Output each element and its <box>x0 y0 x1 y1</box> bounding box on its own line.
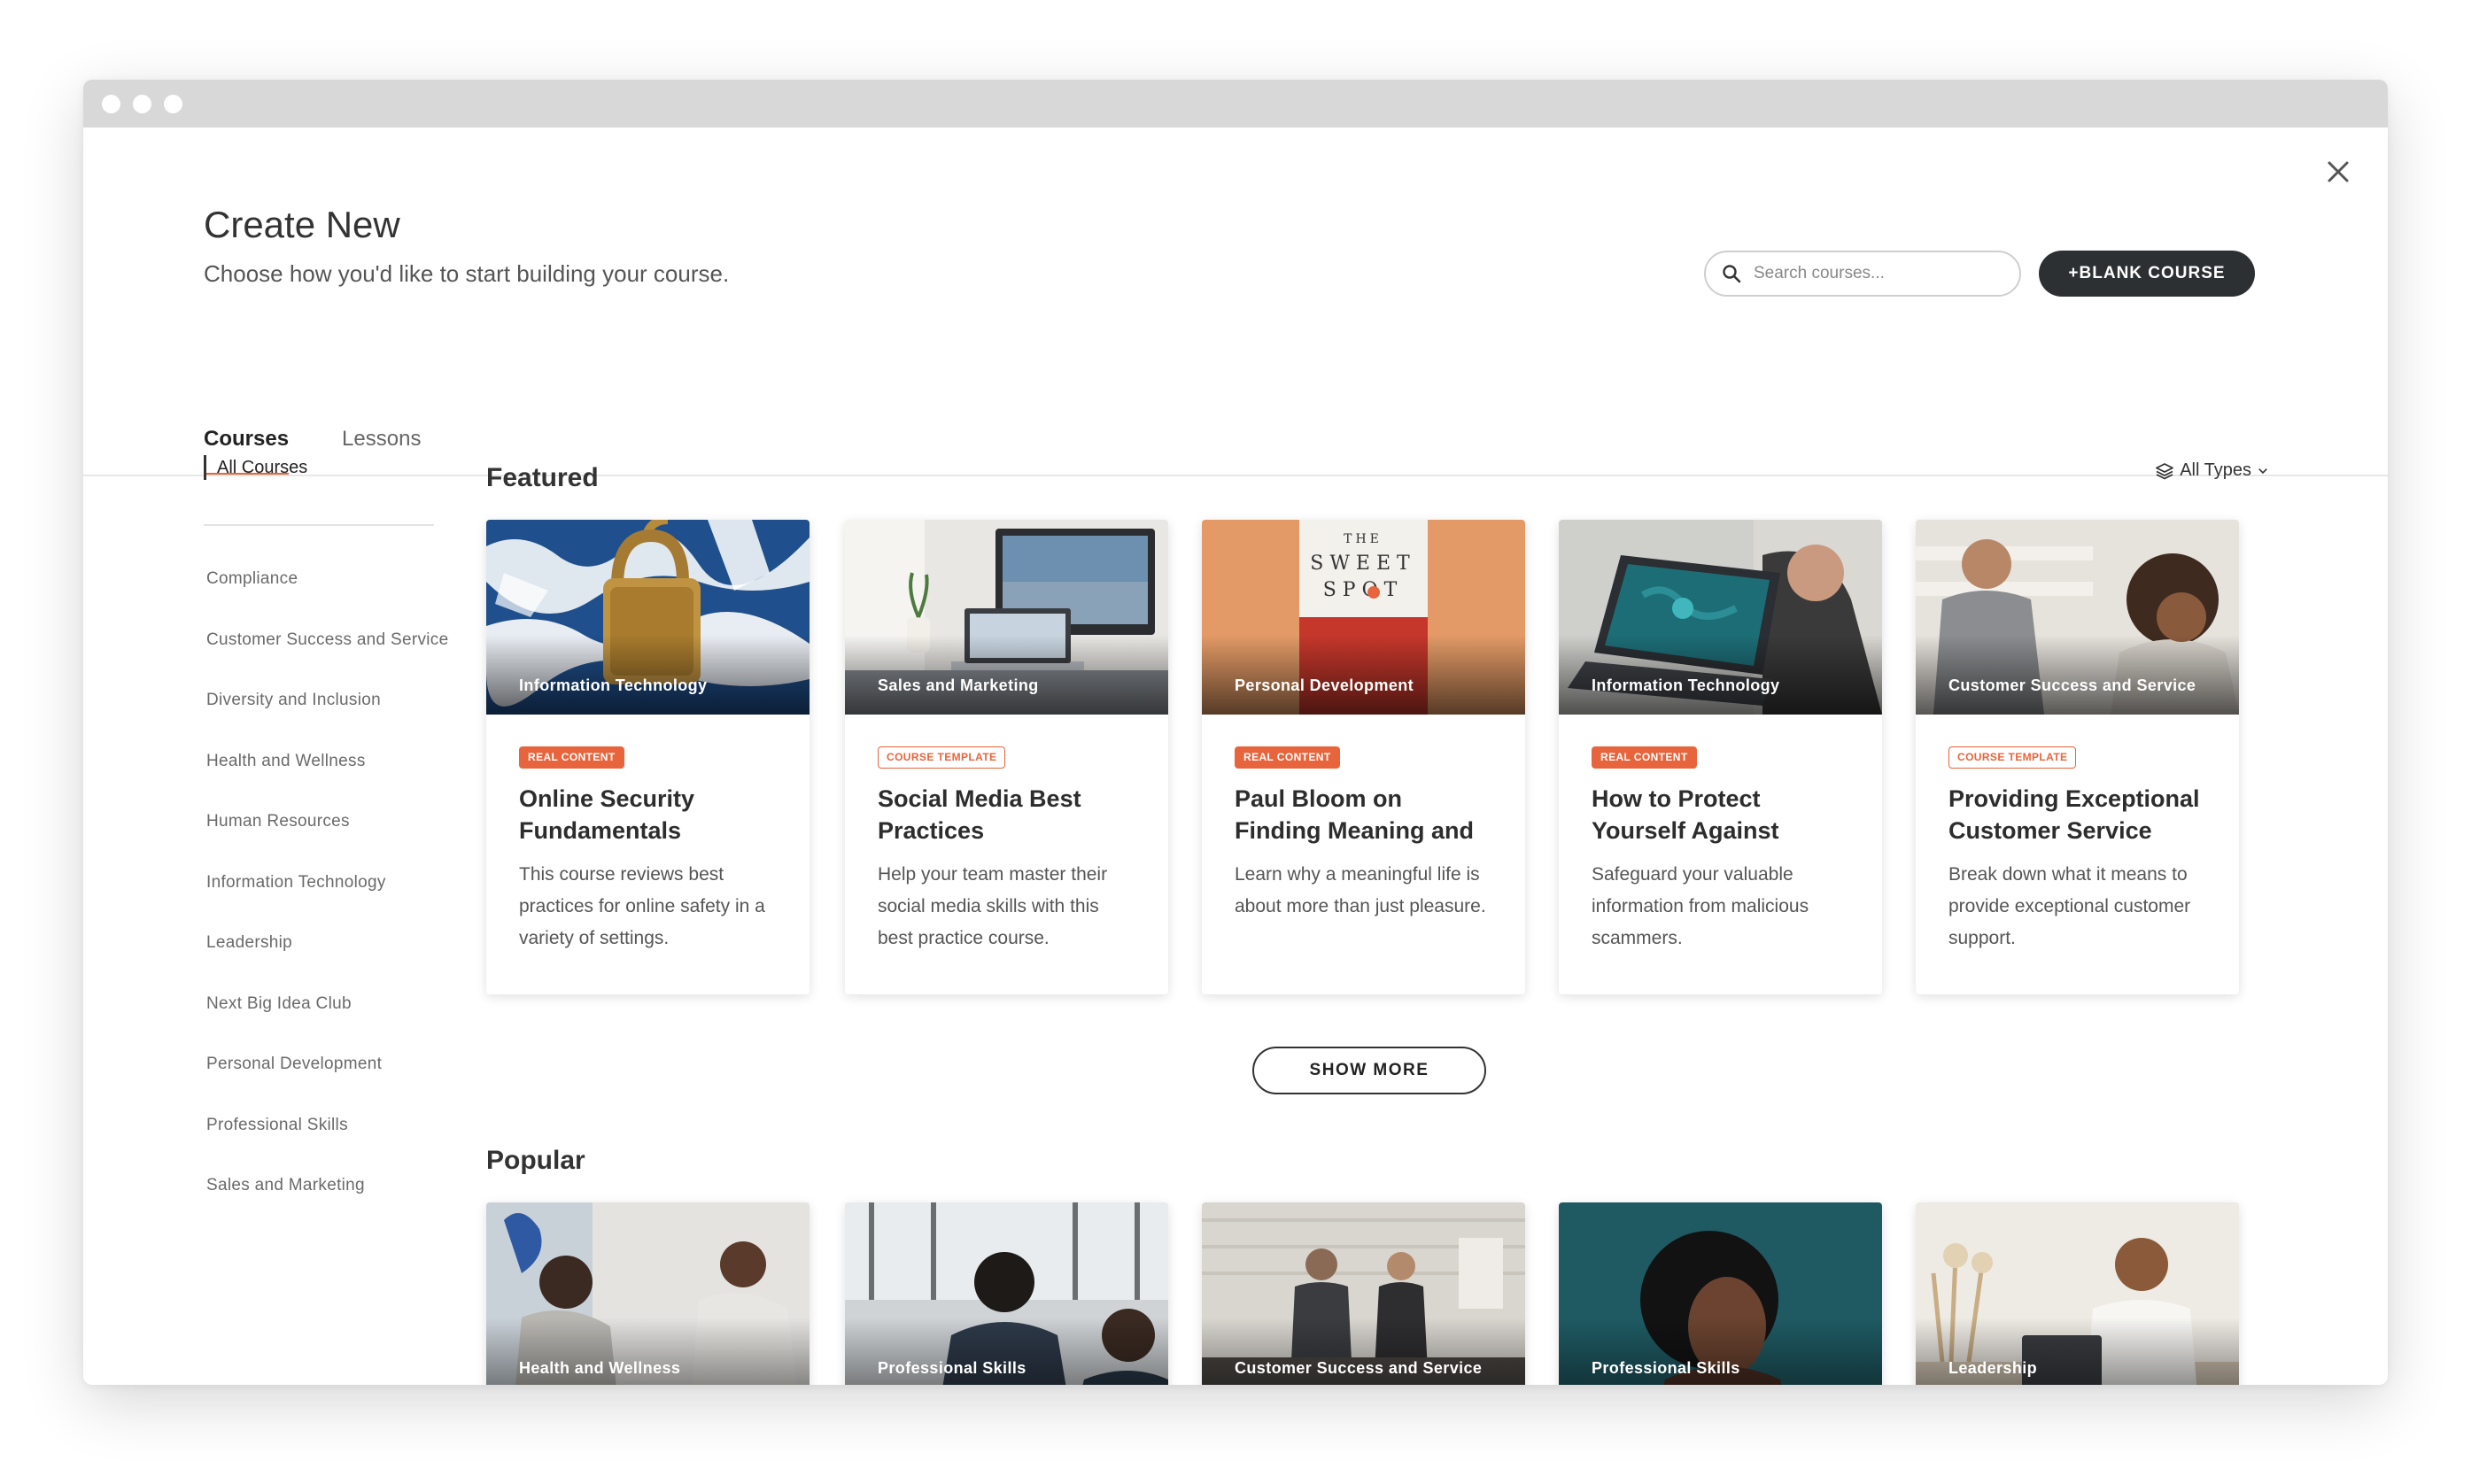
popular-heading: Popular <box>486 1146 585 1175</box>
course-title: Social Media Best Practices <box>878 785 1081 844</box>
popular-course-card[interactable]: Professional Skills <box>845 1202 1168 1385</box>
course-thumbnail: Information Technology <box>486 520 810 715</box>
popular-course-card[interactable]: Professional Skills <box>1559 1202 1882 1385</box>
course-category: Information Technology <box>519 676 708 694</box>
content-type-badge: COURSE TEMPLATE <box>1948 746 2077 769</box>
course-category: Customer Success and Service <box>1235 1359 1483 1377</box>
popular-course-card[interactable]: Customer Success and Service <box>1202 1202 1525 1385</box>
course-card-body: COURSE TEMPLATE Social Media Best Practi… <box>845 715 1168 994</box>
close-icon <box>2328 161 2349 182</box>
window-dot-close[interactable] <box>102 95 120 113</box>
popular-course-card[interactable]: Health and Wellness <box>486 1202 810 1385</box>
app-window: Create New Choose how you'd like to star… <box>83 80 2388 1385</box>
course-category: Customer Success and Service <box>1948 676 2196 694</box>
sidebar-item-compliance[interactable]: Compliance <box>206 567 448 628</box>
course-thumbnail: THE SWEET SPOT Personal Development <box>1202 520 1525 715</box>
close-button[interactable] <box>2319 152 2358 191</box>
course-card[interactable]: Information Technology REAL CONTENT Onli… <box>486 520 810 994</box>
course-card-body: REAL CONTENT Paul Bloom on Finding Meani… <box>1202 715 1525 994</box>
tabs-divider <box>83 475 2388 476</box>
course-category: Information Technology <box>1592 676 1780 694</box>
course-card-body: REAL CONTENT How to Protect Yourself Aga… <box>1559 715 1882 994</box>
course-description: Break down what it means to provide exce… <box>1948 864 2191 948</box>
sidebar-item-sales-marketing[interactable]: Sales and Marketing <box>206 1173 448 1234</box>
course-category: Health and Wellness <box>519 1359 681 1377</box>
course-card[interactable]: Information Technology REAL CONTENT How … <box>1559 520 1882 994</box>
popular-course-card[interactable]: Leadership <box>1916 1202 2239 1385</box>
course-title: Paul Bloom on Finding Meaning and Pleasu… <box>1235 785 1474 844</box>
course-category: Sales and Marketing <box>878 676 1039 694</box>
sidebar-item-leadership[interactable]: Leadership <box>206 931 448 992</box>
type-filter-dropdown[interactable]: All Types <box>2155 460 2269 481</box>
sidebar-item-health[interactable]: Health and Wellness <box>206 749 448 810</box>
sidebar-item-information-technology[interactable]: Information Technology <box>206 870 448 931</box>
course-category: Leadership <box>1948 1359 2038 1377</box>
course-description: Help your team master their social media… <box>878 864 1108 948</box>
book-cover-line2: SWEET <box>1310 553 1415 575</box>
book-cover-line3: SPOT <box>1323 579 1404 601</box>
search-icon <box>1723 265 1741 283</box>
course-description: Safeguard your valuable information from… <box>1592 864 1809 948</box>
tab-lessons[interactable]: Lessons <box>342 427 421 476</box>
chevron-down-icon <box>2258 468 2267 474</box>
course-card[interactable]: Sales and Marketing COURSE TEMPLATE Soci… <box>845 520 1168 994</box>
search-input[interactable] <box>1754 264 2010 283</box>
layers-icon <box>2156 462 2174 479</box>
course-thumbnail: Customer Success and Service <box>1916 520 2239 715</box>
course-category: Personal Development <box>1235 676 1414 694</box>
sidebar-item-next-big-idea[interactable]: Next Big Idea Club <box>206 992 448 1053</box>
sidebar-item-diversity[interactable]: Diversity and Inclusion <box>206 688 448 749</box>
search-box[interactable] <box>1704 251 2021 297</box>
page-title: Create New <box>204 204 400 245</box>
sidebar-item-customer-success[interactable]: Customer Success and Service <box>206 628 448 689</box>
window-titlebar <box>83 80 2388 128</box>
show-more-button[interactable]: SHOW MORE <box>1252 1047 1486 1094</box>
course-title: How to Protect Yourself Against Phishing… <box>1592 785 1779 844</box>
sidebar-item-personal-development[interactable]: Personal Development <box>206 1052 448 1113</box>
blank-course-button[interactable]: +BLANK COURSE <box>2039 251 2255 297</box>
course-thumbnail: Information Technology <box>1559 520 1882 715</box>
course-title: Providing Exceptional Customer Service <box>1948 785 2200 844</box>
course-card[interactable]: Customer Success and Service COURSE TEMP… <box>1916 520 2239 994</box>
content-type-badge: COURSE TEMPLATE <box>878 746 1006 769</box>
course-description: Learn why a meaningful life is about mor… <box>1235 864 1486 916</box>
type-filter-label: All Types <box>2180 460 2251 480</box>
course-card-body: COURSE TEMPLATE Providing Exceptional Cu… <box>1916 715 2239 994</box>
course-description: This course reviews best practices for o… <box>519 864 765 948</box>
featured-heading: Featured <box>486 463 599 492</box>
content-type-badge: REAL CONTENT <box>1592 746 1697 769</box>
page-subtitle: Choose how you'd like to start building … <box>204 260 730 287</box>
book-cover-line1: THE <box>1344 532 1383 546</box>
content-type-badge: REAL CONTENT <box>1235 746 1340 769</box>
sidebar-divider <box>204 524 434 526</box>
sidebar-item-human-resources[interactable]: Human Resources <box>206 809 448 870</box>
window-dot-maximize[interactable] <box>164 95 182 113</box>
course-category: Professional Skills <box>878 1359 1026 1377</box>
content-type-badge: REAL CONTENT <box>519 746 624 769</box>
sidebar-item-all-courses[interactable]: All Courses <box>204 455 307 480</box>
window-dot-minimize[interactable] <box>133 95 151 113</box>
course-card-body: REAL CONTENT Online Security Fundamental… <box>486 715 810 994</box>
category-list: Compliance Customer Success and Service … <box>206 567 448 1234</box>
sidebar-item-professional-skills[interactable]: Professional Skills <box>206 1113 448 1174</box>
course-title: Online Security Fundamentals <box>519 785 695 844</box>
course-category: Professional Skills <box>1592 1359 1740 1377</box>
course-card[interactable]: THE SWEET SPOT Personal Development REAL… <box>1202 520 1525 994</box>
course-thumbnail: Sales and Marketing <box>845 520 1168 715</box>
